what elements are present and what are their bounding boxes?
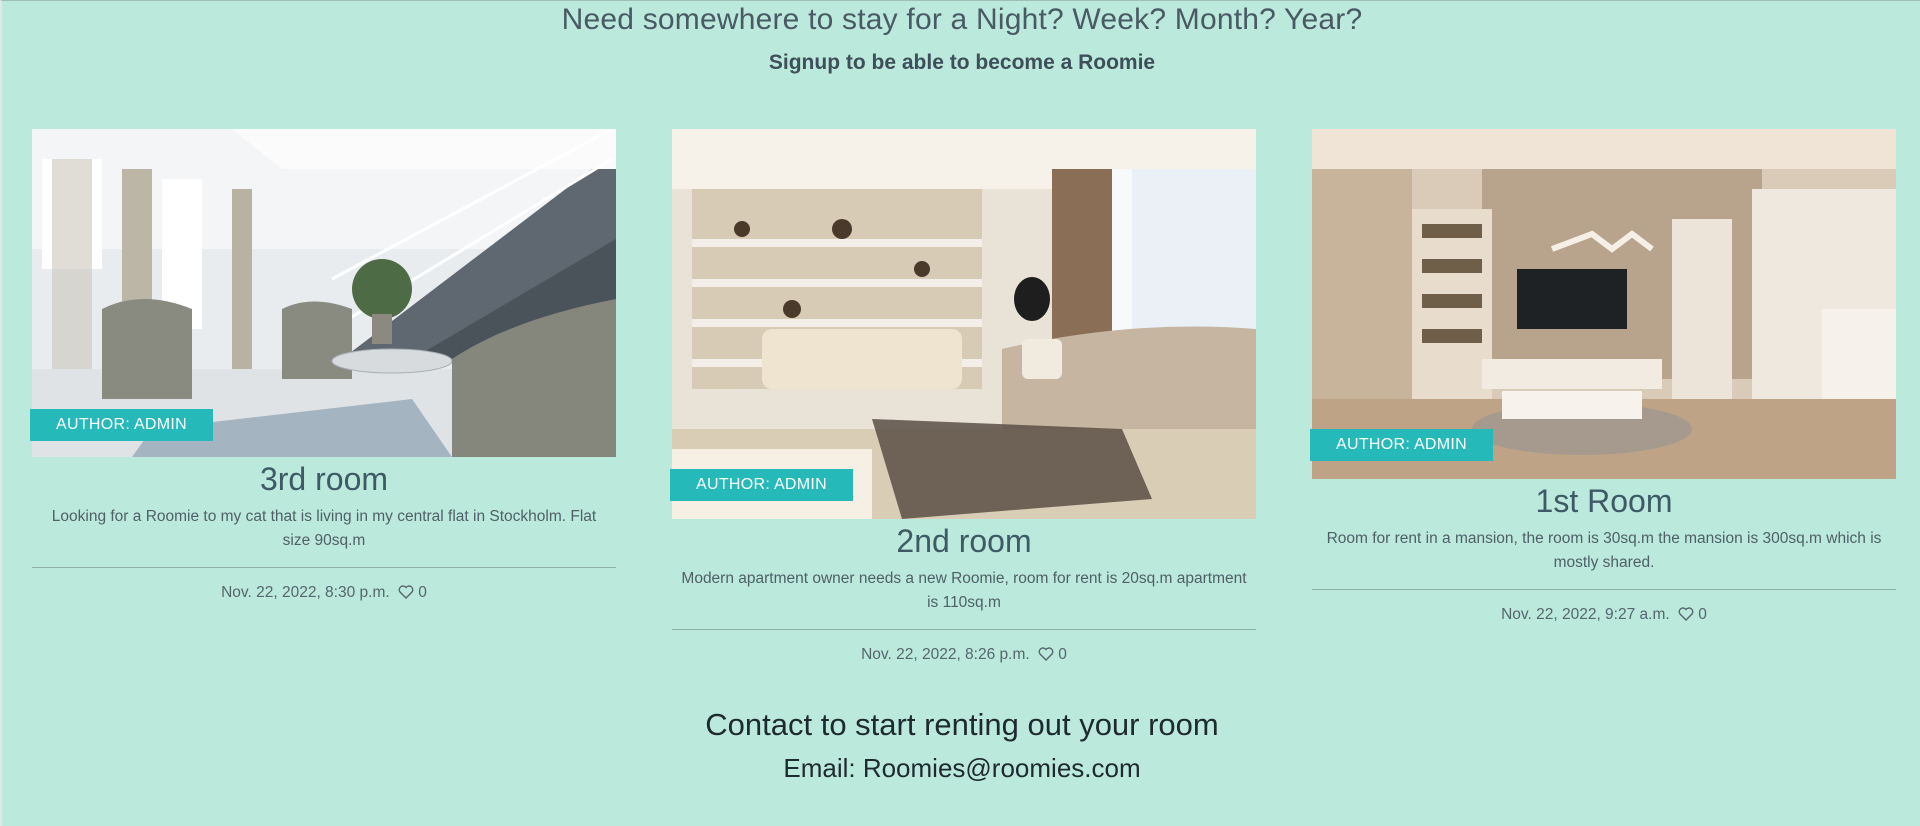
room-description: Modern apartment owner needs a new Roomi… bbox=[681, 570, 1247, 611]
room-meta: Nov. 22, 2022, 8:26 p.m. 0 bbox=[672, 646, 1256, 664]
room-meta: Nov. 22, 2022, 9:27 a.m. 0 bbox=[1312, 606, 1896, 624]
room-description: Looking for a Roomie to my cat that is l… bbox=[51, 508, 597, 549]
living-room-staircase-photo[interactable] bbox=[32, 129, 616, 457]
room-meta: Nov. 22, 2022, 8:30 p.m. 0 bbox=[32, 584, 616, 602]
post-date: Nov. 22, 2022, 9:27 a.m. bbox=[1501, 606, 1670, 623]
room-card[interactable]: AUTHOR: ADMIN 2nd room Modern apartment … bbox=[670, 129, 1256, 664]
room-card[interactable]: AUTHOR: ADMIN 3rd room Looking for a Roo… bbox=[30, 129, 616, 602]
divider bbox=[672, 629, 1256, 630]
author-badge: AUTHOR: ADMIN bbox=[30, 409, 214, 441]
like-count: 0 bbox=[1058, 646, 1067, 663]
heart-icon[interactable] bbox=[398, 585, 414, 599]
room-title[interactable]: 2nd room bbox=[672, 521, 1256, 561]
post-date: Nov. 22, 2022, 8:26 p.m. bbox=[861, 646, 1030, 663]
page-title: Need somewhere to stay for a Night? Week… bbox=[561, 3, 1363, 36]
contact-heading: Contact to start renting out your room bbox=[705, 707, 1219, 742]
like-count: 0 bbox=[1698, 606, 1707, 623]
room-title[interactable]: 1st Room bbox=[1312, 481, 1896, 521]
room-title[interactable]: 3rd room bbox=[32, 459, 616, 499]
heart-icon[interactable] bbox=[1038, 647, 1054, 661]
author-badge: AUTHOR: ADMIN bbox=[1310, 429, 1494, 461]
living-room-sofa-photo[interactable] bbox=[672, 129, 1256, 519]
room-image-wrap[interactable]: AUTHOR: ADMIN bbox=[30, 129, 616, 457]
post-date: Nov. 22, 2022, 8:30 p.m. bbox=[221, 584, 390, 601]
page-subtitle: Signup to be able to become a Roomie bbox=[768, 51, 1156, 74]
divider bbox=[1312, 589, 1896, 590]
room-image-wrap[interactable]: AUTHOR: ADMIN bbox=[1310, 129, 1896, 479]
room-card[interactable]: AUTHOR: ADMIN 1st Room Room for rent in … bbox=[1310, 129, 1896, 624]
like-count: 0 bbox=[418, 584, 427, 601]
living-room-tv-photo[interactable] bbox=[1312, 129, 1896, 479]
author-badge: AUTHOR: ADMIN bbox=[670, 469, 854, 501]
heart-icon[interactable] bbox=[1678, 607, 1694, 621]
divider bbox=[32, 567, 616, 568]
room-description: Room for rent in a mansion, the room is … bbox=[1326, 530, 1882, 571]
contact-email[interactable]: Email: Roomies@roomies.com bbox=[2, 753, 1920, 784]
room-image-wrap[interactable]: AUTHOR: ADMIN bbox=[670, 129, 1256, 519]
